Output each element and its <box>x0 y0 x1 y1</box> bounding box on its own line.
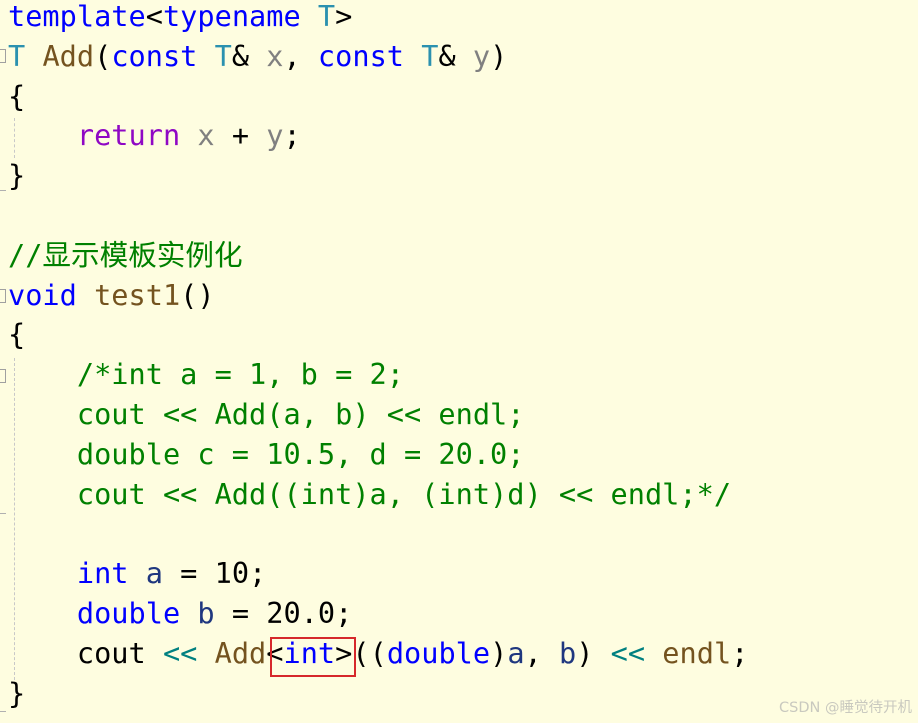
code-token: << <box>610 635 646 670</box>
highlight-box-explicit-template-arg <box>270 637 356 677</box>
code-token: b <box>558 635 577 670</box>
code-line[interactable]: } <box>8 673 25 713</box>
fold-end-marker <box>0 513 6 514</box>
code-token: (( <box>352 635 387 670</box>
code-token: = 10; <box>162 556 267 591</box>
code-token: & <box>231 38 267 73</box>
code-token: & <box>438 38 473 73</box>
code-token: { <box>8 317 26 352</box>
code-token: double <box>386 635 491 670</box>
code-token: double c = 10.5, d = 20.0; <box>76 436 525 471</box>
code-token: ) <box>576 635 611 670</box>
code-token: template <box>8 0 146 33</box>
code-token: T <box>8 38 26 73</box>
code-line[interactable]: return x + y; <box>8 115 301 155</box>
code-token: , <box>524 635 559 670</box>
fold-toggle-comment[interactable] <box>0 369 6 383</box>
fold-end-marker <box>0 711 6 712</box>
code-token: () <box>180 277 215 312</box>
code-token: T <box>317 0 336 33</box>
code-token: + <box>214 118 267 153</box>
fold-end-marker <box>0 190 6 191</box>
code-token: return <box>76 118 181 153</box>
code-token: y <box>266 118 284 153</box>
code-token: const <box>111 38 198 73</box>
code-token: ) <box>490 38 508 73</box>
code-token: Add <box>42 38 95 73</box>
code-token: void <box>8 277 77 312</box>
code-line[interactable]: cout << Add((int)a, (int)d) << endl;*/ <box>8 474 731 514</box>
code-line[interactable]: int a = 10; <box>8 553 266 593</box>
code-token: Add <box>214 635 267 670</box>
code-token: ; <box>283 118 301 153</box>
code-token: b <box>197 596 215 630</box>
code-token: , <box>283 38 318 73</box>
code-line[interactable]: template<typename T> <box>8 0 352 36</box>
code-token: cout << Add((int)a, (int)d) << endl;*/ <box>76 476 732 511</box>
code-token: cout << Add(a, b) << endl; <box>76 397 525 431</box>
code-token: a <box>507 635 525 670</box>
code-token: x <box>266 38 284 73</box>
code-line[interactable]: T Add(const T& x, const T& y) <box>8 36 507 76</box>
code-token: ) <box>490 635 508 670</box>
code-token: T <box>421 38 439 73</box>
code-token: > <box>335 0 353 33</box>
code-token: { <box>8 78 26 113</box>
code-line[interactable]: //显示模板实例化 <box>8 235 243 275</box>
code-token: cout <box>76 635 146 670</box>
code-token: } <box>8 675 26 710</box>
code-token: y <box>472 38 491 73</box>
code-token: = 20.0; <box>214 596 353 630</box>
code-token: endl <box>662 635 732 670</box>
fold-toggle-add[interactable] <box>0 49 6 63</box>
code-line[interactable]: cout << Add(a, b) << endl; <box>8 394 525 434</box>
code-line[interactable]: double b = 20.0; <box>8 593 352 633</box>
code-token: } <box>8 158 26 193</box>
code-line[interactable]: } <box>8 155 25 195</box>
code-line[interactable]: { <box>8 314 25 354</box>
code-token: //显示模板实例化 <box>8 237 243 272</box>
code-token: T <box>214 38 232 73</box>
code-token: typename <box>162 0 301 33</box>
code-token: test1 <box>94 277 181 312</box>
code-line[interactable]: { <box>8 76 25 116</box>
code-token: << <box>162 635 198 670</box>
code-token: ; <box>731 635 749 670</box>
fold-toggle-test1[interactable] <box>0 289 6 303</box>
code-token: const <box>317 38 404 73</box>
code-token: x <box>197 118 215 153</box>
code-token: /*int a = 1, b = 2; <box>76 357 404 392</box>
code-token: a <box>145 556 163 591</box>
code-editor[interactable]: template<typename T> T Add(const T& x, co… <box>0 0 918 723</box>
code-token: double <box>76 596 181 630</box>
code-line[interactable]: cout << Add<int>((double)a, b) << endl; <box>8 633 749 673</box>
code-token: < <box>145 0 163 33</box>
code-line[interactable]: void test1() <box>8 275 215 315</box>
code-token: ( <box>94 38 112 73</box>
code-token: int <box>76 556 129 591</box>
code-line[interactable]: double c = 10.5, d = 20.0; <box>8 434 525 474</box>
watermark: CSDN @睡觉待开机 <box>779 700 912 716</box>
code-line[interactable]: /*int a = 1, b = 2; <box>8 354 404 394</box>
